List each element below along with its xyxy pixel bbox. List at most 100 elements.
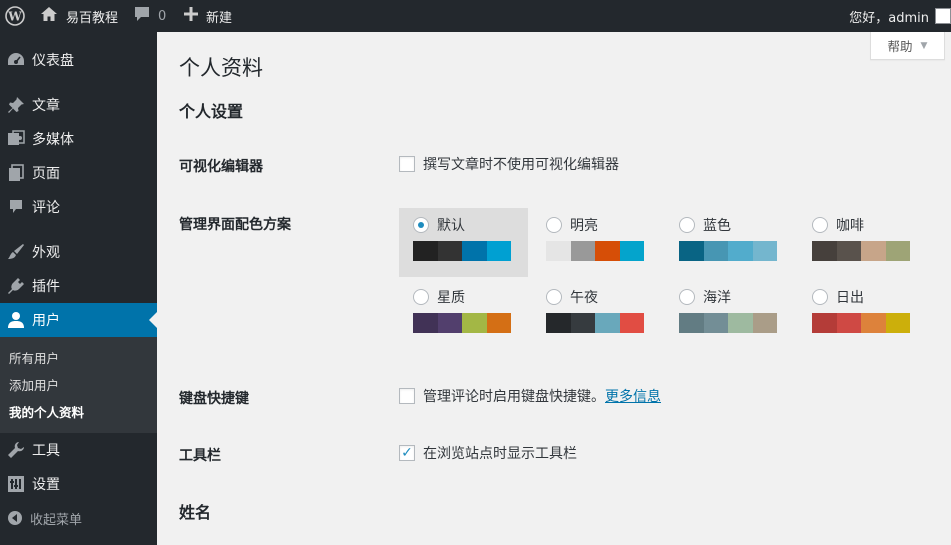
- color-swatch: [619, 241, 644, 261]
- color-swatch: [812, 313, 837, 333]
- keyboard-shortcuts-checkbox[interactable]: [399, 388, 415, 404]
- scheme-name: 午夜: [570, 290, 598, 306]
- my-account-menu[interactable]: 您好，admin: [849, 0, 951, 32]
- color-swatch: [619, 313, 644, 333]
- color-scheme-midnight[interactable]: 午夜: [532, 280, 661, 349]
- color-swatch: [413, 313, 438, 333]
- menu-label: 外观: [32, 245, 60, 261]
- visual-editor-checkbox[interactable]: [399, 156, 415, 172]
- scheme-name: 星质: [437, 290, 465, 306]
- color-scheme-label: 管理界面配色方案: [179, 217, 291, 233]
- comments-link[interactable]: 0: [134, 0, 166, 32]
- swatch-row: [812, 241, 927, 261]
- color-swatch: [885, 241, 910, 261]
- radio-button[interactable]: [413, 289, 429, 305]
- users-submenu: 所有用户 添加用户 我的个人资料: [0, 337, 157, 433]
- color-swatch: [546, 313, 571, 333]
- help-tab-button[interactable]: 帮助 ▼: [870, 32, 945, 60]
- color-swatch: [486, 313, 511, 333]
- plugin-icon: [0, 277, 32, 295]
- color-swatch: [752, 241, 777, 261]
- submenu-all-users[interactable]: 所有用户: [9, 348, 59, 367]
- submenu-my-profile[interactable]: 我的个人资料: [9, 402, 84, 421]
- wrench-icon: [0, 441, 32, 459]
- menu-users[interactable]: 用户: [0, 303, 157, 337]
- color-swatch: [595, 313, 620, 333]
- menu-posts[interactable]: 文章: [0, 88, 157, 122]
- help-label: 帮助: [887, 39, 913, 54]
- collapse-label: 收起菜单: [30, 512, 83, 528]
- color-swatch: [570, 241, 595, 261]
- section-name: 姓名: [179, 503, 212, 522]
- menu-label: 仪表盘: [32, 53, 74, 69]
- scheme-name: 蓝色: [703, 218, 731, 234]
- menu-settings[interactable]: 设置: [0, 467, 157, 501]
- pushpin-icon: [0, 96, 32, 114]
- toolbar-checkbox[interactable]: ✓: [399, 445, 415, 461]
- scheme-name: 日出: [836, 290, 864, 306]
- color-swatch: [861, 241, 886, 261]
- menu-media[interactable]: 多媒体: [0, 122, 157, 156]
- menu-tools[interactable]: 工具: [0, 433, 157, 467]
- toolbar-option-text: 在浏览站点时显示工具栏: [423, 446, 577, 462]
- radio-button[interactable]: [413, 217, 429, 233]
- color-swatch: [679, 313, 704, 333]
- new-label: 新建: [206, 10, 233, 26]
- more-info-link[interactable]: 更多信息: [605, 386, 661, 406]
- radio-button[interactable]: [679, 289, 695, 305]
- color-swatch: [462, 313, 487, 333]
- site-name-link[interactable]: 易百教程: [40, 0, 118, 32]
- keyboard-shortcuts-field: 管理评论时启用键盘快捷键。 更多信息: [399, 386, 661, 406]
- color-swatch: [570, 313, 595, 333]
- color-scheme-light[interactable]: 明亮: [532, 208, 661, 277]
- menu-label: 设置: [32, 477, 60, 493]
- menu-plugins[interactable]: 插件: [0, 269, 157, 303]
- color-swatch: [437, 241, 462, 261]
- user-icon: [0, 311, 32, 329]
- menu-label: 用户: [32, 313, 60, 329]
- submenu-add-user[interactable]: 添加用户: [9, 375, 59, 394]
- pages-icon: [0, 164, 32, 182]
- menu-comments[interactable]: 评论: [0, 190, 157, 224]
- radio-button[interactable]: [546, 217, 562, 233]
- swatch-row: [812, 313, 927, 333]
- menu-label: 工具: [32, 443, 60, 459]
- swatch-row: [679, 313, 794, 333]
- color-scheme-ocean[interactable]: 海洋: [665, 280, 794, 349]
- menu-label: 插件: [32, 279, 60, 295]
- radio-button[interactable]: [546, 289, 562, 305]
- color-swatch: [752, 313, 777, 333]
- scheme-name: 明亮: [570, 218, 598, 234]
- color-scheme-ectoplasm[interactable]: 星质: [399, 280, 528, 349]
- new-content-button[interactable]: 新建: [184, 0, 232, 32]
- radio-button[interactable]: [812, 217, 828, 233]
- visual-editor-label: 可视化编辑器: [179, 159, 263, 175]
- menu-dashboard[interactable]: 仪表盘: [0, 43, 157, 77]
- svg-text:W: W: [7, 10, 22, 24]
- paintbrush-icon: [0, 243, 32, 261]
- scheme-name: 海洋: [703, 290, 731, 306]
- comment-icon: [0, 198, 32, 216]
- collapse-menu-button[interactable]: 收起菜单: [0, 504, 157, 532]
- wordpress-logo-icon[interactable]: W: [0, 0, 30, 32]
- color-swatch: [437, 313, 462, 333]
- radio-button[interactable]: [812, 289, 828, 305]
- color-swatch: [679, 241, 704, 261]
- menu-pages[interactable]: 页面: [0, 156, 157, 190]
- color-swatch: [546, 241, 571, 261]
- menu-appearance[interactable]: 外观: [0, 235, 157, 269]
- page-title: 个人资料: [179, 56, 263, 80]
- color-swatch: [595, 241, 620, 261]
- radio-button[interactable]: [679, 217, 695, 233]
- color-scheme-coffee[interactable]: 咖啡: [798, 208, 927, 277]
- dashboard-icon: [0, 51, 32, 69]
- menu-label: 多媒体: [32, 132, 74, 148]
- swatch-row: [546, 313, 661, 333]
- color-scheme-sunrise[interactable]: 日出: [798, 280, 927, 349]
- color-swatch: [812, 241, 837, 261]
- color-scheme-blue[interactable]: 蓝色: [665, 208, 794, 277]
- section-personal-options: 个人设置: [179, 102, 244, 121]
- color-swatch: [836, 313, 861, 333]
- color-scheme-default[interactable]: 默认: [399, 208, 528, 277]
- comment-bubble-icon: [134, 6, 150, 26]
